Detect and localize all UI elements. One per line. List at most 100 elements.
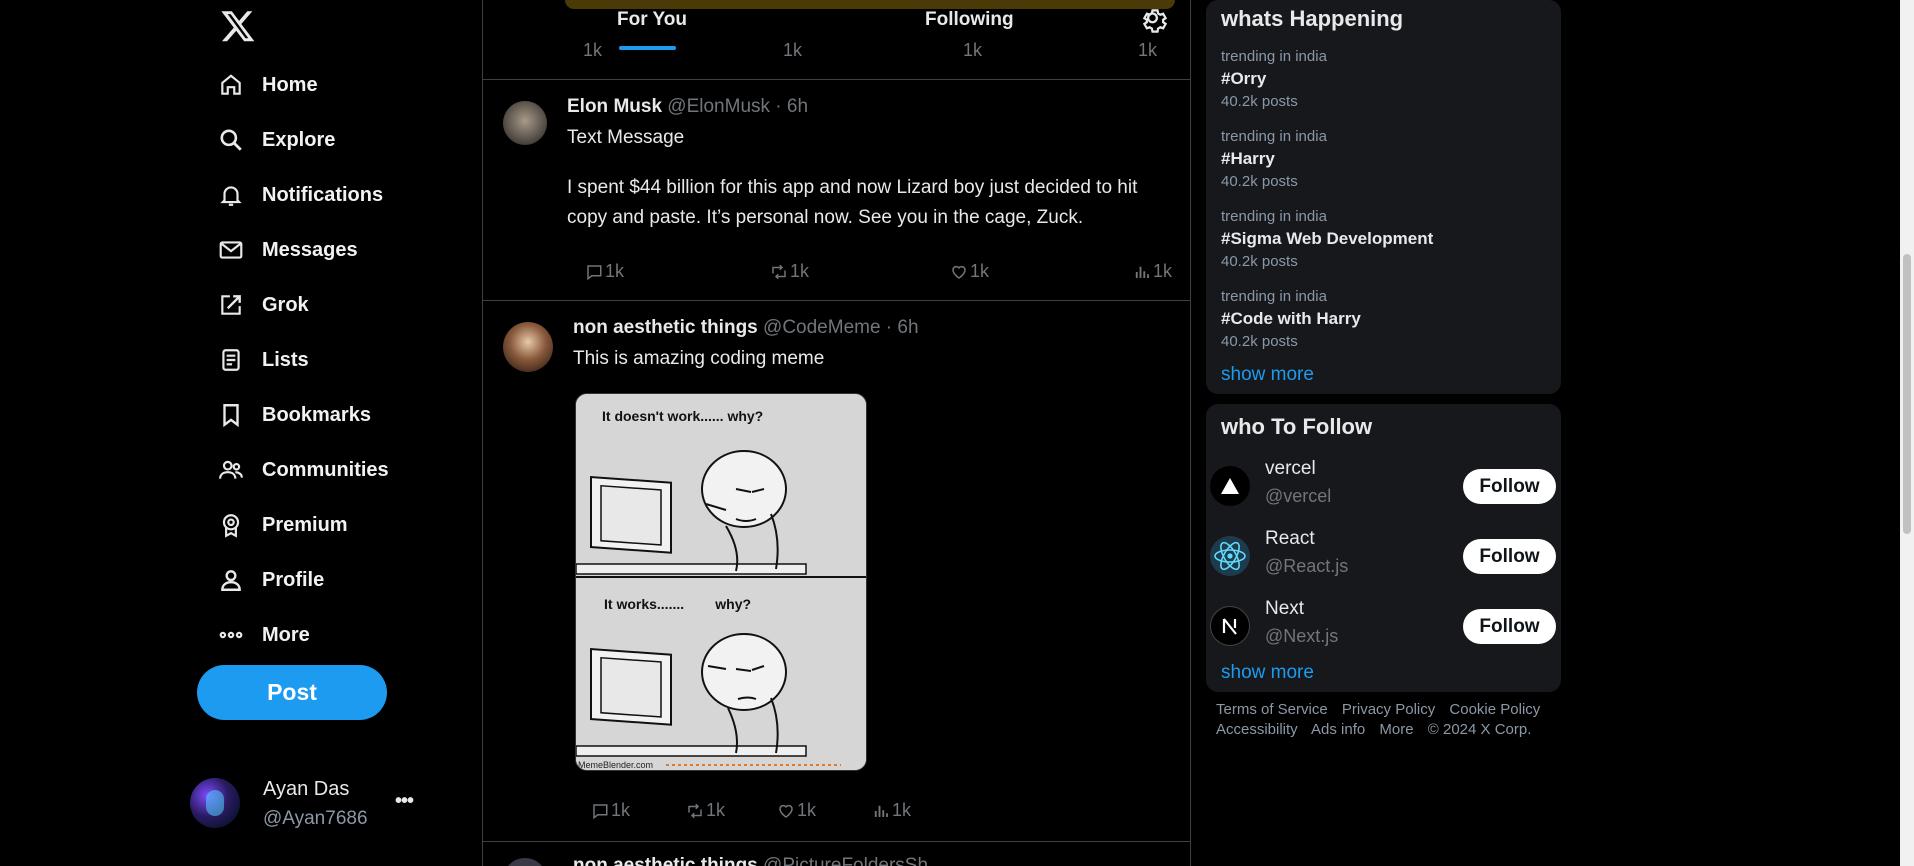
nav-profile[interactable]: Profile xyxy=(216,558,324,602)
trend-tag: #Code with Harry xyxy=(1221,309,1361,328)
nav-communities[interactable]: Communities xyxy=(216,448,389,492)
trend-item[interactable]: trending in india #Sigma Web Development… xyxy=(1221,208,1433,270)
trend-item[interactable]: trending in india #Harry 40.2k posts xyxy=(1221,128,1327,190)
tweet-image[interactable]: It doesn't work...... why? It works.....… xyxy=(575,393,867,771)
views-button[interactable]: 1k xyxy=(872,800,911,821)
app-root: Home Explore Notifications Messages Grok… xyxy=(0,0,1914,866)
tab-for-you[interactable]: For You xyxy=(617,9,687,31)
who-to-follow-card: who To Follow vercel @vercel Follow Reac… xyxy=(1206,404,1561,692)
tweet-meta: @PictureFoldersSh xyxy=(763,855,929,866)
meme-illustration: It doesn't work...... why? It works.....… xyxy=(576,394,866,770)
tweet-partial[interactable]: non aesthetic things @PictureFoldersSh xyxy=(483,843,1190,866)
nav-label: Grok xyxy=(262,293,309,316)
accessibility-link[interactable]: Accessibility xyxy=(1216,721,1298,738)
tweet-body: I spent $44 billion for this app and now… xyxy=(567,177,1138,228)
mail-icon xyxy=(216,235,246,265)
suggestion-name: vercel xyxy=(1265,458,1316,479)
tweet-header: non aesthetic things @CodeMeme · 6h xyxy=(573,317,919,339)
retweet-button[interactable]: 1k xyxy=(770,261,809,282)
follow-button[interactable]: Follow xyxy=(1463,539,1556,574)
nav-grok[interactable]: Grok xyxy=(216,283,309,327)
previous-view-count: 1k xyxy=(1138,40,1158,60)
nav-notifications[interactable]: Notifications xyxy=(216,173,383,217)
nav-messages[interactable]: Messages xyxy=(216,228,358,272)
retweet-button[interactable]: 1k xyxy=(686,800,725,821)
nav-explore[interactable]: Explore xyxy=(216,118,335,162)
reply-icon xyxy=(593,803,608,819)
gear-icon[interactable] xyxy=(1140,6,1170,36)
cookie-link[interactable]: Cookie Policy xyxy=(1449,701,1540,718)
trend-tag: #Orry xyxy=(1221,69,1267,88)
nav-label: More xyxy=(262,623,310,646)
ads-info-link[interactable]: Ads info xyxy=(1311,721,1365,738)
timeline-header: 1k 1k 1k 1k For You Following xyxy=(483,0,1190,80)
nav-home[interactable]: Home xyxy=(216,63,318,107)
nav-more[interactable]: More xyxy=(216,613,310,657)
tweet-title: Text Message xyxy=(567,127,685,148)
footer-links: Terms of Service Privacy Policy Cookie P… xyxy=(1216,700,1556,740)
privacy-link[interactable]: Privacy Policy xyxy=(1342,701,1435,718)
view-count: 1k xyxy=(892,800,912,820)
reply-button[interactable]: 1k xyxy=(585,261,624,282)
nav-label: Messages xyxy=(262,238,358,261)
bell-icon xyxy=(216,180,246,210)
like-count: 1k xyxy=(970,261,990,281)
page-scrollbar[interactable] xyxy=(1900,0,1914,866)
suggestion-name: React xyxy=(1265,528,1315,549)
tweet[interactable]: non aesthetic things @CodeMeme · 6h This… xyxy=(483,302,1190,842)
more-options-icon[interactable]: ••• xyxy=(395,790,414,813)
views-button[interactable]: 1k xyxy=(1133,261,1172,282)
nav-label: Communities xyxy=(262,458,389,481)
x-logo-icon[interactable] xyxy=(220,8,256,46)
follow-suggestion[interactable]: vercel @vercel Follow xyxy=(1206,456,1561,516)
like-button[interactable]: 1k xyxy=(950,261,989,282)
suggestion-handle: @vercel xyxy=(1265,486,1332,506)
tweet-author-name[interactable]: non aesthetic things xyxy=(573,855,758,866)
tweet-avatar[interactable] xyxy=(503,101,547,145)
tweet-avatar[interactable] xyxy=(503,858,547,866)
next-logo-icon xyxy=(1210,606,1250,646)
terms-link[interactable]: Terms of Service xyxy=(1216,701,1328,718)
previous-retweet-count: 1k xyxy=(783,40,803,60)
follow-button[interactable]: Follow xyxy=(1463,469,1556,504)
trend-item[interactable]: trending in india #Orry 40.2k posts xyxy=(1221,48,1327,110)
tweet-author-name[interactable]: non aesthetic things xyxy=(573,317,758,338)
follow-suggestion[interactable]: React @React.js Follow xyxy=(1206,526,1561,586)
retweet-count: 1k xyxy=(706,800,726,820)
reply-button[interactable]: 1k xyxy=(591,800,630,821)
nav-premium[interactable]: Premium xyxy=(216,503,348,547)
nav-label: Notifications xyxy=(262,183,384,206)
tweet-actions: 1k 1k 1k 1k xyxy=(483,800,1190,824)
more-icon xyxy=(216,620,246,650)
tweet-author-name[interactable]: Elon Musk xyxy=(567,96,662,117)
follow-show-more-link[interactable]: show more xyxy=(1221,662,1314,684)
nav-lists[interactable]: Lists xyxy=(216,338,309,382)
tweet-meta: @ElonMusk · 6h xyxy=(667,96,809,117)
account-switcher[interactable]: Ayan Das @Ayan7686 ••• xyxy=(190,772,430,836)
nav-bookmarks[interactable]: Bookmarks xyxy=(216,393,371,437)
trend-context: trending in india xyxy=(1221,208,1327,225)
trend-item[interactable]: trending in india #Code with Harry 40.2k… xyxy=(1221,288,1361,350)
suggestion-handle: @Next.js xyxy=(1265,626,1339,646)
person-icon xyxy=(216,565,246,595)
post-button[interactable]: Post xyxy=(197,665,387,720)
reply-count: 1k xyxy=(605,261,625,281)
view-count: 1k xyxy=(1153,261,1173,281)
tab-following[interactable]: Following xyxy=(925,9,1014,31)
react-logo-icon xyxy=(1210,536,1250,576)
tweet-avatar[interactable] xyxy=(503,322,553,372)
trends-show-more-link[interactable]: show more xyxy=(1221,364,1314,386)
scrollbar-thumb[interactable] xyxy=(1903,254,1911,534)
trend-tag: #Sigma Web Development xyxy=(1221,229,1434,248)
like-button[interactable]: 1k xyxy=(777,800,816,821)
nav-label: Premium xyxy=(262,513,348,536)
follow-button[interactable]: Follow xyxy=(1463,609,1556,644)
tweet-header: Elon Musk @ElonMusk · 6h xyxy=(567,96,808,118)
tweet[interactable]: Elon Musk @ElonMusk · 6h Text Message I … xyxy=(483,81,1190,301)
footer-more-link[interactable]: More xyxy=(1379,721,1413,738)
nav-label: Home xyxy=(262,73,318,96)
previous-reply-count: 1k xyxy=(583,40,603,60)
previous-like-count: 1k xyxy=(963,40,983,60)
follow-suggestion[interactable]: Next @Next.js Follow xyxy=(1206,596,1561,656)
meme-bottom-caption: It works....... why? xyxy=(604,596,751,612)
